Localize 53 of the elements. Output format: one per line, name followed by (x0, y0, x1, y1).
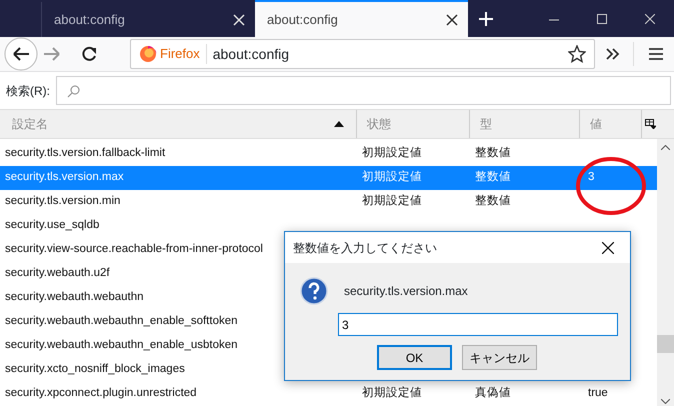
url-text: about:config (212, 44, 290, 64)
ok-button[interactable]: OK (377, 345, 452, 370)
tab-title: about:config (267, 10, 338, 29)
overflow-chevron-icon[interactable] (605, 47, 621, 62)
search-field[interactable] (56, 76, 671, 106)
tab[interactable]: about:config (42, 2, 255, 37)
dialog-title: 整数値を入力してください (293, 240, 437, 256)
column-picker-icon[interactable] (645, 119, 656, 130)
table-cell: 整数値 (475, 171, 511, 184)
table-row[interactable]: security.xpconnect.plugin.unrestricted 初期設定値 真偽値 true (0, 382, 657, 406)
back-icon[interactable] (4, 37, 38, 72)
scroll-down-icon[interactable] (661, 399, 670, 404)
table-cell: security.tls.version.min (5, 195, 120, 208)
table-row[interactable]: security.tls.version.max 初期設定値 整数値 3 (0, 166, 657, 190)
cancel-button[interactable]: キャンセル (462, 345, 537, 370)
scroll-up-icon[interactable] (661, 145, 670, 150)
table-cell: 初期設定値 (362, 195, 422, 208)
maximize-icon[interactable] (597, 14, 607, 24)
question-icon (300, 277, 328, 305)
table-cell: 3 (588, 171, 594, 184)
reload-icon[interactable] (80, 45, 98, 64)
table-cell: 初期設定値 (362, 171, 422, 184)
table-cell: security.tls.version.max (5, 171, 124, 184)
tab-title: about:config (54, 10, 125, 29)
table-cell: security.use_sqldb (5, 219, 100, 232)
new-tab-icon[interactable] (479, 12, 493, 26)
value-input-field[interactable]: 3 (338, 313, 618, 336)
scrollbar[interactable] (657, 139, 674, 406)
table-cell: true (588, 387, 608, 400)
table-cell: 真偽値 (475, 387, 511, 400)
close-icon[interactable] (602, 242, 614, 254)
table-cell: security.webauth.u2f (5, 267, 110, 280)
dialog-message: security.tls.version.max (344, 283, 468, 300)
firefox-logo-icon (139, 45, 157, 64)
close-icon[interactable] (446, 14, 458, 26)
sort-ascending-icon (334, 121, 344, 128)
table-row[interactable]: security.tls.version.min 初期設定値 整数値 (0, 190, 657, 214)
table-row[interactable]: security.tls.version.fallback-limit 初期設定値 整数値 (0, 142, 657, 166)
table-cell: security.xpconnect.plugin.unrestricted (5, 387, 197, 400)
bookmark-star-icon[interactable] (568, 45, 586, 64)
menu-icon[interactable] (648, 47, 664, 62)
table-cell: 初期設定値 (362, 147, 422, 160)
table-cell: 整数値 (475, 147, 511, 160)
table-cell: 初期設定値 (362, 387, 422, 400)
search-icon (67, 84, 81, 98)
table-cell: security.tls.version.fallback-limit (5, 147, 166, 160)
scroll-thumb[interactable] (657, 335, 674, 353)
forward-icon[interactable] (42, 46, 62, 62)
tab[interactable]: about:config (255, 0, 468, 37)
column-header-label: 設定名 (12, 116, 48, 134)
browser-identity-label: Firefox (160, 45, 200, 64)
search-label: 検索(R): (6, 82, 50, 100)
table-cell: 整数値 (475, 195, 511, 208)
